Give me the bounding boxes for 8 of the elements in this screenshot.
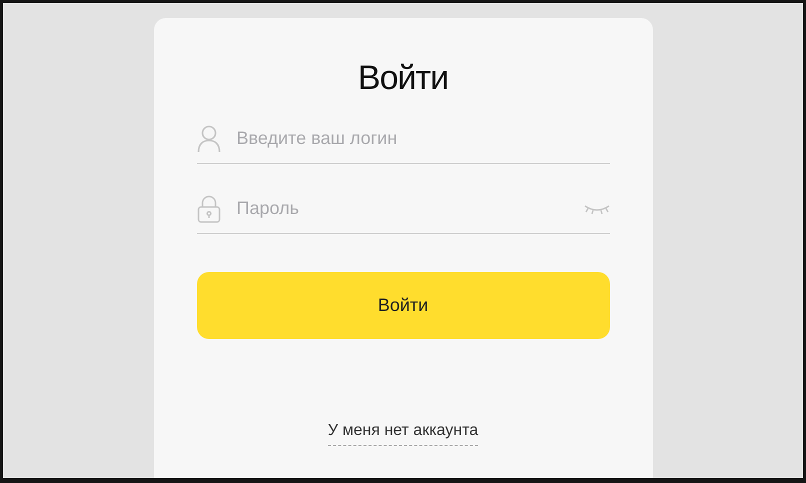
password-field[interactable]: Пароль xyxy=(236,195,568,222)
login-field[interactable]: Введите ваш логин xyxy=(236,125,610,152)
no-account-link[interactable]: У меня нет аккаунта xyxy=(328,419,478,446)
submit-button[interactable]: Войти xyxy=(196,272,610,339)
login-title: Войти xyxy=(358,58,448,99)
lock-icon xyxy=(196,194,220,222)
closed-eye-icon[interactable] xyxy=(584,202,610,214)
user-icon xyxy=(196,124,220,152)
